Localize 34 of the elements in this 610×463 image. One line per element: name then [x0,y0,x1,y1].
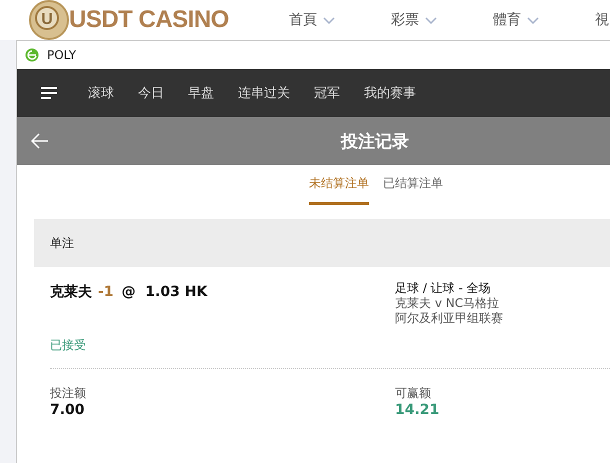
tab[interactable]: 未结算注单 [309,175,369,205]
win-value: 14.21 [395,402,440,418]
stake-value: 7.00 [50,402,86,418]
stake-label: 投注额 [50,385,87,402]
back-arrow-icon[interactable] [31,133,49,149]
page-title: 投注记录 [341,130,409,152]
logo-text: USDT CASINO [69,6,229,34]
logo-icon: U [27,0,71,40]
odds-text: @ 1.03 HK [122,284,208,300]
menu-item[interactable]: 我的赛事 [364,84,416,102]
chevron-down-icon [425,16,437,24]
menu-item[interactable]: 早盘 [188,84,214,102]
market-text: 足球 / 让球 - 全场 [395,281,492,296]
menu-item[interactable]: 今日 [138,84,164,102]
handicap-text: -1 [98,284,114,300]
chevron-down-icon [527,16,539,24]
nav-link[interactable]: 視 [595,11,609,29]
nav-link[interactable]: 彩票 [391,11,493,29]
menu-item[interactable]: 滚球 [88,84,114,102]
match-text: 克莱夫 v NC马格拉 [395,296,500,311]
menu-item[interactable]: 冠军 [314,84,340,102]
globe-icon [25,48,39,62]
bet-type-header: 单注 [34,219,610,267]
selection-text: 克莱夫 [50,284,92,300]
league-text: 阿尔及利亚甲组联赛 [395,311,503,326]
status-text: 已接受 [50,337,87,354]
nav-link[interactable]: 首頁 [289,11,391,29]
nav-link[interactable]: 體育 [493,11,595,29]
chevron-down-icon [323,16,335,24]
window-title: POLY [47,48,76,62]
tab[interactable]: 已结算注单 [383,175,443,205]
menu-item[interactable]: 连串过关 [238,84,290,102]
win-label: 可赢额 [395,385,432,402]
menu-icon[interactable] [41,87,57,99]
